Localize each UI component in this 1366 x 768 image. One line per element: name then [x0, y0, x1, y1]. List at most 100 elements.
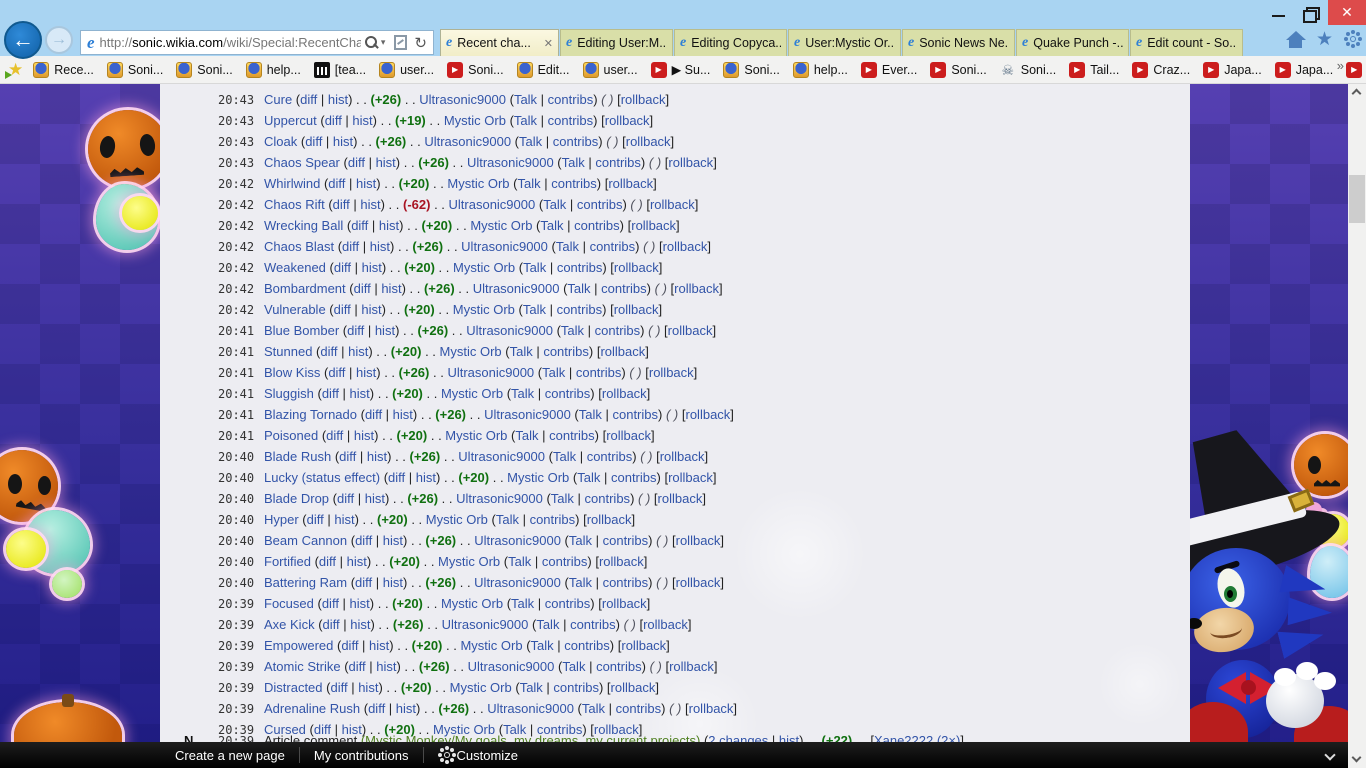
contribs-link[interactable]: contribs — [564, 638, 610, 653]
diff-link[interactable]: diff — [351, 218, 368, 233]
page-link[interactable]: Lucky (status effect) — [264, 470, 380, 485]
page-link[interactable]: Blade Drop — [264, 491, 329, 506]
rollback-link[interactable]: rollback — [663, 239, 708, 254]
user-link[interactable]: Mystic Orb — [460, 638, 522, 653]
user-link[interactable]: Ultrasonic9000 — [473, 281, 560, 296]
rollback-link[interactable]: rollback — [674, 281, 719, 296]
page-link[interactable]: Poisoned — [264, 428, 318, 443]
talk-link[interactable]: Talk — [514, 92, 537, 107]
rollback-link[interactable]: rollback — [668, 323, 713, 338]
user-link[interactable]: Ultrasonic9000 — [474, 533, 561, 548]
talk-link[interactable]: Talk — [523, 260, 546, 275]
hist-link[interactable]: hist — [354, 428, 374, 443]
user-link[interactable]: Ultrasonic9000 — [442, 617, 529, 632]
my-contributions-button[interactable]: My contributions — [314, 748, 409, 763]
favorites-bar-item[interactable]: ▶Japa... — [1203, 62, 1262, 78]
favorites-bar-item[interactable]: Edit... — [517, 62, 570, 78]
talk-link[interactable]: Talk — [582, 701, 605, 716]
contribs-link[interactable]: contribs — [545, 596, 591, 611]
contribs-link[interactable]: contribs — [549, 428, 595, 443]
hist-link[interactable]: hist — [362, 260, 382, 275]
rollback-link[interactable]: rollback — [650, 197, 695, 212]
contribs-link[interactable]: contribs — [603, 533, 649, 548]
user-link[interactable]: Mystic Orb — [441, 596, 503, 611]
favorites-bar-item[interactable]: user... — [379, 62, 434, 78]
contribs-link[interactable]: contribs — [557, 260, 603, 275]
hist-link[interactable]: hist — [393, 407, 413, 422]
rollback-link[interactable]: rollback — [686, 407, 731, 422]
diff-link[interactable]: diff — [307, 512, 324, 527]
page-link[interactable]: Beam Cannon — [264, 533, 347, 548]
rollback-link[interactable]: rollback — [611, 680, 656, 695]
hist-link[interactable]: hist — [356, 176, 376, 191]
user-link[interactable]: Ultrasonic9000 — [466, 323, 553, 338]
rollback-link[interactable]: rollback — [649, 365, 694, 380]
browser-tab[interactable]: eRecent cha...✕ — [440, 29, 559, 56]
hist-link[interactable]: hist — [379, 218, 399, 233]
diff-link[interactable]: diff — [328, 365, 345, 380]
talk-link[interactable]: Talk — [553, 449, 576, 464]
user-link[interactable]: Ultrasonic9000 — [484, 407, 571, 422]
rollback-link[interactable]: rollback — [621, 92, 666, 107]
browser-tab[interactable]: eUser:Mystic Or... — [788, 29, 901, 56]
diff-link[interactable]: diff — [337, 491, 354, 506]
talk-link[interactable]: Talk — [562, 659, 585, 674]
page-link[interactable]: Wrecking Ball — [264, 218, 343, 233]
hist-link[interactable]: hist — [350, 617, 370, 632]
hist-link[interactable]: hist — [352, 113, 372, 128]
favorites-bar-item[interactable]: ▶Soni... — [930, 62, 986, 78]
contribs-link[interactable]: contribs — [612, 407, 658, 422]
diff-link[interactable]: diff — [323, 617, 340, 632]
user-link[interactable]: Ultrasonic9000 — [447, 365, 534, 380]
contribs-link[interactable]: contribs — [543, 344, 589, 359]
user-link[interactable]: Mystic Orb — [444, 113, 506, 128]
talk-link[interactable]: Talk — [561, 323, 584, 338]
hist-link[interactable]: hist — [365, 491, 385, 506]
diff-link[interactable]: diff — [330, 680, 347, 695]
hist-link[interactable]: hist — [348, 344, 368, 359]
page-link[interactable]: Weakened — [264, 260, 326, 275]
hist-link[interactable]: hist — [358, 680, 378, 695]
diff-link[interactable]: diff — [354, 281, 371, 296]
talk-link[interactable]: Talk — [579, 407, 602, 422]
favorites-bar-item[interactable]: Soni... — [107, 62, 163, 78]
url-text[interactable]: http://sonic.wikia.com/wiki/Special:Rece… — [100, 35, 361, 50]
hist-link[interactable]: hist — [350, 386, 370, 401]
talk-link[interactable]: Talk — [531, 638, 554, 653]
user-link[interactable]: Mystic Orb — [426, 512, 488, 527]
user-link[interactable]: Ultrasonic9000 — [467, 155, 554, 170]
hist-link[interactable]: hist — [376, 659, 396, 674]
gear-icon[interactable] — [1350, 36, 1356, 42]
hist-link[interactable]: hist — [370, 239, 390, 254]
contribs-link[interactable]: contribs — [545, 386, 591, 401]
hist-link[interactable]: hist — [376, 155, 396, 170]
talk-link[interactable]: Talk — [540, 218, 563, 233]
contribs-link[interactable]: contribs — [595, 155, 641, 170]
user-link[interactable]: Mystic Orb — [440, 344, 502, 359]
user-link[interactable]: Ultrasonic9000 — [474, 575, 561, 590]
hist-link[interactable]: hist — [360, 197, 380, 212]
contribs-link[interactable]: contribs — [611, 470, 657, 485]
diff-link[interactable]: diff — [365, 407, 382, 422]
scroll-down-icon[interactable] — [1348, 751, 1366, 768]
contribs-link[interactable]: contribs — [590, 239, 636, 254]
page-link[interactable]: Adrenaline Rush — [264, 701, 360, 716]
diff-link[interactable]: diff — [319, 554, 336, 569]
hist-link[interactable]: hist — [369, 638, 389, 653]
rollback-link[interactable]: rollback — [626, 134, 671, 149]
page-link[interactable]: Vulnerable — [264, 302, 326, 317]
rollback-link[interactable]: rollback — [621, 638, 666, 653]
browser-tab[interactable]: eSonic News Ne... — [902, 29, 1015, 56]
hist-link[interactable]: hist — [779, 733, 799, 742]
favorites-bar-item[interactable]: help... — [246, 62, 301, 78]
diff-link[interactable]: diff — [334, 302, 351, 317]
diff-link[interactable]: diff — [342, 239, 359, 254]
contribs-link[interactable]: contribs — [574, 218, 620, 233]
page-link[interactable]: Battering Ram — [264, 575, 347, 590]
rollback-link[interactable]: rollback — [608, 176, 653, 191]
diff-link[interactable]: diff — [322, 386, 339, 401]
page-link[interactable]: Stunned — [264, 344, 312, 359]
contribs-link[interactable]: contribs — [542, 554, 588, 569]
user-link[interactable]: Ultrasonic9000 — [449, 197, 536, 212]
contribs-link[interactable]: contribs — [577, 197, 623, 212]
